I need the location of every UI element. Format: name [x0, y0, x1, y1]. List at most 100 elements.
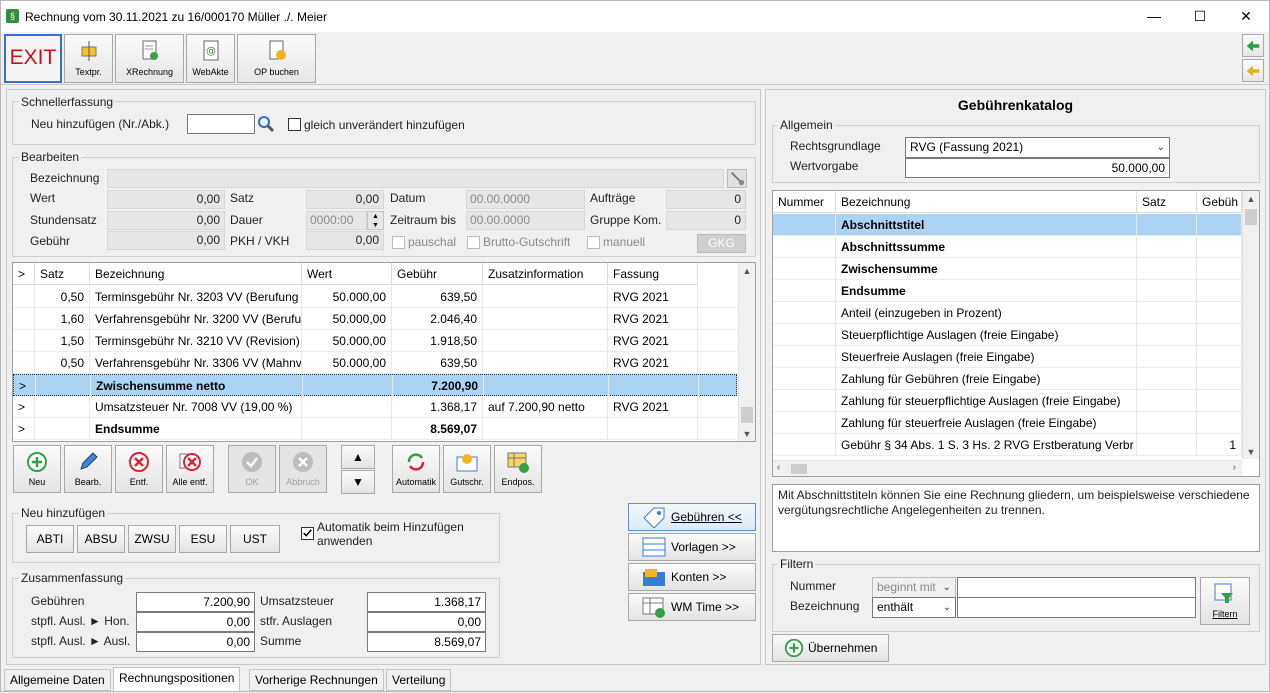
alle-entf-button[interactable]: Alle entf. — [166, 445, 214, 493]
pkh-field[interactable]: 0,00 — [306, 231, 384, 250]
move-down-button[interactable]: ▼ — [341, 470, 375, 494]
katalog-row[interactable]: Gebühr § 34 Abs. 1 S. 3 Hs. 2 RVG Erstbe… — [773, 434, 1242, 456]
datum-field[interactable]: 00.00.0000 — [466, 190, 585, 209]
xrechnung-button[interactable]: XRechnung — [115, 34, 184, 83]
positions-header-geb[interactable]: Gebühr — [392, 263, 483, 285]
positions-row[interactable]: > Umsatzsteuer Nr. 7008 VV (19,00 %) 1.368… — [13, 396, 737, 418]
tab-rechnungspositionen[interactable]: Rechnungspositionen — [113, 667, 241, 691]
katalog-row[interactable]: Zahlung für steuerfreie Auslagen (freie … — [773, 412, 1242, 434]
sum-gebuehren-field[interactable]: 7.200,90 — [136, 592, 255, 612]
entf-button[interactable]: Entf. — [115, 445, 163, 493]
add-esu-button[interactable]: ESU — [179, 525, 227, 553]
gutschr-button[interactable]: Gutschr. — [443, 445, 491, 493]
ok-button[interactable]: OK — [228, 445, 276, 493]
bearb-button[interactable]: Bearb. — [64, 445, 112, 493]
minimize-button[interactable]: — — [1131, 1, 1177, 32]
abbruch-button[interactable]: Abbruch — [279, 445, 327, 493]
sum-ausl-field[interactable]: 0,00 — [136, 632, 255, 652]
sum-stfr-field[interactable]: 0,00 — [367, 612, 486, 632]
uebernehmen-button[interactable]: Übernehmen — [772, 634, 889, 662]
katalog-header-num[interactable]: Nummer — [773, 191, 836, 213]
katalog-header-satz[interactable]: Satz — [1137, 191, 1197, 213]
rechtsgrundlage-select[interactable]: RVG (Fassung 2021) ⌄ — [905, 137, 1170, 158]
vorlagen-button[interactable]: Vorlagen >> — [628, 533, 756, 561]
dauer-field[interactable]: 0000:00 — [306, 211, 367, 230]
gkg-button[interactable]: GKG — [697, 234, 746, 253]
katalog-row[interactable]: Steuerfreie Auslagen (freie Eingabe) — [773, 346, 1242, 368]
search-button[interactable] — [256, 114, 276, 134]
katalog-row[interactable]: Abschnittstitel — [773, 214, 1242, 236]
gleich-unveraendert-checkbox[interactable] — [288, 118, 301, 131]
close-button[interactable]: ✕ — [1223, 1, 1269, 32]
satz-field[interactable]: 0,00 — [306, 190, 384, 209]
positions-row[interactable]: 0,50 Terminsgebühr Nr. 3203 VV (Berufung 5… — [13, 286, 737, 308]
dauer-spinner[interactable]: ▲ ▼ — [367, 211, 384, 230]
katalog-row[interactable]: Steuerpflichtige Auslagen (freie Eingabe… — [773, 324, 1242, 346]
filter-nummer-mode-select[interactable]: beginnt mit ⌄ — [872, 577, 956, 598]
positions-header-satz[interactable]: Satz — [35, 263, 90, 285]
bezeichnung-field[interactable] — [107, 169, 724, 188]
positions-row[interactable]: 0,50 Verfahrensgebühr Nr. 3306 VV (Mahnv 5… — [13, 352, 737, 374]
positions-row[interactable]: 1,50 Terminsgebühr Nr. 3210 VV (Revision)… — [13, 330, 737, 352]
gruppe-kom-field[interactable]: 0 — [666, 211, 746, 230]
positions-row[interactable]: > Endsumme 8.569,07 — [13, 418, 737, 440]
filtern-button[interactable]: Filtern — [1200, 577, 1250, 625]
wertvorgabe-field[interactable]: 50.000,00 — [905, 158, 1170, 178]
webakte-button[interactable]: @ WebAkte — [186, 34, 235, 83]
katalog-row[interactable]: Endsumme — [773, 280, 1242, 302]
positions-scrollbar[interactable]: ▲ ▼ — [738, 263, 755, 441]
neu-button[interactable]: Neu — [13, 445, 61, 493]
katalog-row[interactable]: Abschnittssumme — [773, 236, 1242, 258]
add-zwsu-button[interactable]: ZWSU — [128, 525, 176, 553]
katalog-row[interactable]: Zwischensumme — [773, 258, 1242, 280]
tab-verteilung[interactable]: Verteilung — [386, 669, 452, 691]
positions-row[interactable]: 1,60 Verfahrensgebühr Nr. 3200 VV (Berufu… — [13, 308, 737, 330]
manuell-checkbox[interactable] — [587, 236, 600, 249]
gebuehren-toggle-button[interactable]: Gebühren << — [628, 503, 756, 531]
gebuehr-field[interactable]: 0,00 — [107, 231, 225, 250]
add-abti-button[interactable]: ABTI — [26, 525, 74, 553]
sum-summe-field[interactable]: 8.569,07 — [367, 632, 486, 652]
textpr-button[interactable]: Textpr. — [64, 34, 113, 83]
katalog-row[interactable]: Zahlung für steuerpflichtige Auslagen (f… — [773, 390, 1242, 412]
tab-allgemeine-daten[interactable]: Allgemeine Daten — [4, 669, 111, 691]
sum-hon-field[interactable]: 0,00 — [136, 612, 255, 632]
konten-button[interactable]: Konten >> — [628, 563, 756, 591]
add-ust-button[interactable]: UST — [230, 525, 280, 553]
katalog-row[interactable]: Zahlung für Gebühren (freie Eingabe) — [773, 368, 1242, 390]
auftraege-field[interactable]: 0 — [666, 190, 746, 209]
automatik-hinzufuegen-checkbox[interactable] — [301, 527, 314, 540]
move-up-button[interactable]: ▲ — [341, 445, 375, 469]
brutto-gutschrift-checkbox[interactable] — [467, 236, 480, 249]
exit-button[interactable]: EXIT — [4, 34, 62, 83]
zeitraum-field[interactable]: 00.00.0000 — [466, 211, 585, 230]
neu-hinzufuegen-input[interactable] — [187, 114, 255, 134]
nav-back-alt-button[interactable] — [1242, 59, 1264, 82]
filter-bezeichnung-mode-select[interactable]: enthält ⌄ — [872, 597, 956, 618]
tab-vorherige-rechnungen[interactable]: Vorherige Rechnungen — [249, 669, 384, 691]
maximize-button[interactable]: ☐ — [1177, 1, 1223, 32]
katalog-row[interactable]: Anteil (einzugeben in Prozent) — [773, 302, 1242, 324]
automatik-button[interactable]: Automatik — [392, 445, 440, 493]
op-buchen-button[interactable]: OP buchen — [237, 34, 316, 83]
pauschal-checkbox[interactable] — [392, 236, 405, 249]
sum-ust-field[interactable]: 1.368,17 — [367, 592, 486, 612]
wert-field[interactable]: 0,00 — [107, 190, 225, 209]
filter-bezeichnung-input[interactable] — [957, 597, 1196, 618]
positions-header-zus[interactable]: Zusatzinformation — [483, 263, 608, 285]
stundensatz-field[interactable]: 0,00 — [107, 211, 225, 230]
positions-header-bez[interactable]: Bezeichnung — [90, 263, 302, 285]
filter-nummer-input[interactable] — [957, 577, 1196, 598]
positions-header-m[interactable]: > — [13, 263, 35, 285]
endpos-button[interactable]: Endpos. — [494, 445, 542, 493]
wm-time-button[interactable]: WM Time >> — [628, 593, 756, 621]
positions-header-wert[interactable]: Wert — [302, 263, 392, 285]
katalog-hscrollbar[interactable]: ‹ › — [773, 460, 1242, 476]
katalog-vscrollbar[interactable]: ▲ ▼ — [1242, 191, 1259, 459]
katalog-header-geb[interactable]: Gebüh — [1197, 191, 1242, 213]
positions-header-fas[interactable]: Fassung — [608, 263, 698, 285]
add-absu-button[interactable]: ABSU — [77, 525, 125, 553]
nav-back-button[interactable] — [1242, 34, 1264, 57]
katalog-header-bez[interactable]: Bezeichnung — [836, 191, 1137, 213]
positions-row[interactable]: > Zwischensumme netto 7.200,90 — [13, 374, 737, 397]
